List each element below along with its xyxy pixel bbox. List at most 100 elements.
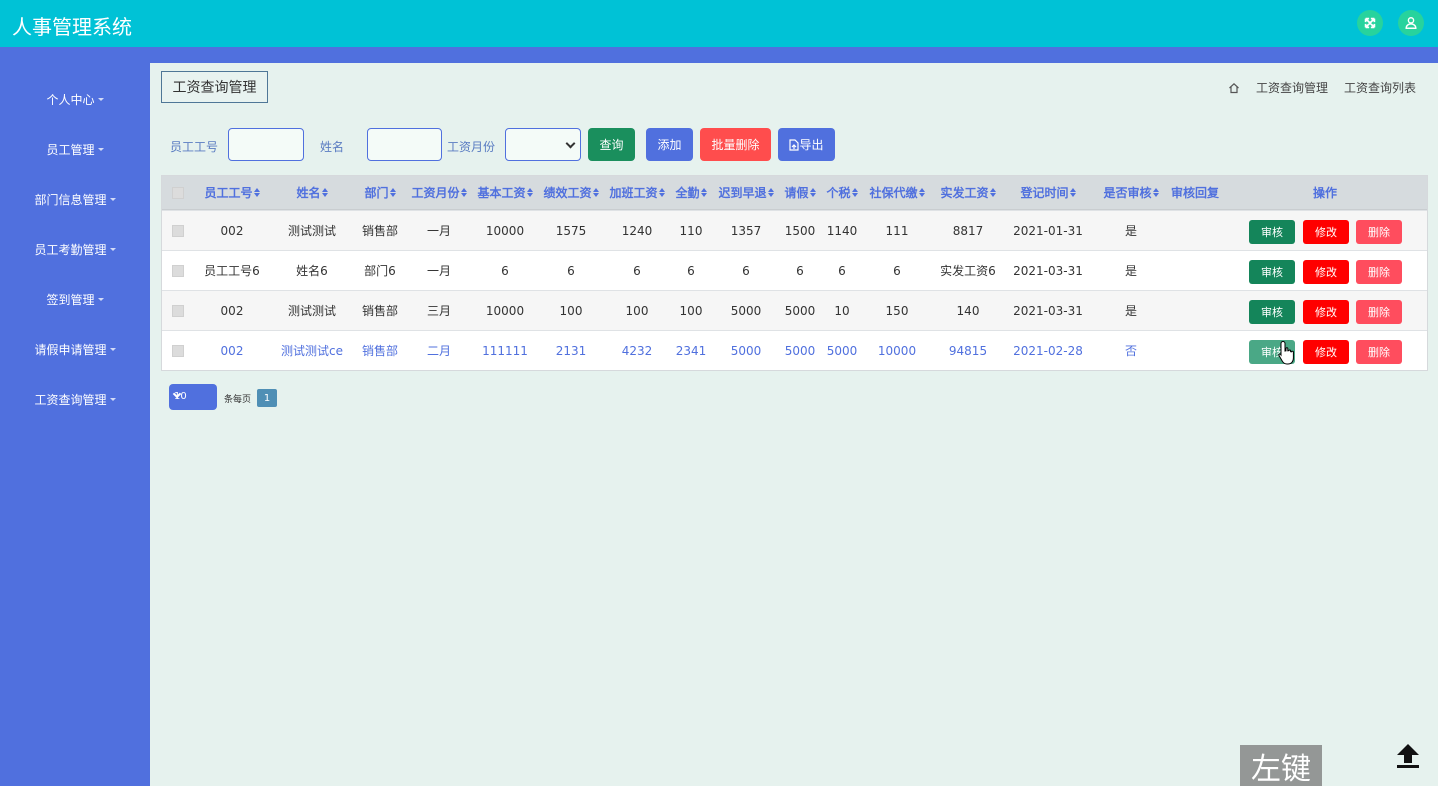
delete-button[interactable]: 删除 [1356, 300, 1402, 324]
caret-down-icon [97, 298, 104, 301]
cell-leave: 5000 [784, 343, 816, 358]
page-size-select[interactable]: 10 [169, 384, 217, 410]
cell-income-tax: 5000 [826, 343, 858, 358]
select-all-checkbox-cell[interactable] [162, 176, 194, 209]
user-icon[interactable] [1398, 10, 1424, 36]
cell-full-attendance: 6 [687, 263, 695, 278]
sidebar-item-label: 请假申请管理 [34, 342, 107, 357]
sidebar-item-department[interactable]: 部门信息管理 [0, 188, 150, 210]
review-button[interactable]: 审核 [1249, 260, 1295, 284]
col-department[interactable]: 部门 [354, 176, 406, 209]
col-performance-pay[interactable]: 绩效工资 [538, 176, 604, 209]
col-leave[interactable]: 请假 [780, 176, 820, 209]
caret-down-icon [97, 98, 104, 101]
edit-button[interactable]: 修改 [1303, 340, 1349, 364]
col-register-time[interactable]: 登记时间 [1006, 176, 1090, 209]
cell-full-attendance: 2341 [675, 343, 707, 358]
sort-icon [767, 187, 774, 198]
row-checkbox[interactable] [172, 304, 184, 317]
back-to-top-icon[interactable] [1394, 742, 1422, 770]
sidebar-item-label: 签到管理 [46, 292, 95, 307]
col-net-pay[interactable]: 实发工资 [930, 176, 1006, 209]
delete-button[interactable]: 删除 [1356, 340, 1402, 364]
row-checkbox-cell[interactable] [162, 251, 194, 290]
cell-late-early: 5000 [730, 343, 762, 358]
sidebar-item-label: 员工考勤管理 [34, 242, 107, 257]
col-late-early[interactable]: 迟到早退 [712, 176, 780, 209]
review-button[interactable]: 审核 [1249, 220, 1295, 244]
cell-net-pay: 8817 [952, 223, 984, 238]
col-actions: 操作 [1312, 186, 1337, 200]
sidebar-item-employee[interactable]: 员工管理 [0, 138, 150, 160]
sort-icon [989, 187, 996, 198]
sidebar-item-leave[interactable]: 请假申请管理 [0, 338, 150, 360]
sidebar-item-personal-center[interactable]: 个人中心 [0, 88, 150, 110]
delete-button[interactable]: 删除 [1356, 220, 1402, 244]
col-reviewed[interactable]: 是否审核 [1100, 176, 1162, 209]
row-checkbox-cell[interactable] [162, 211, 194, 250]
col-month[interactable]: 工资月份 [406, 176, 472, 209]
sort-icon [1069, 187, 1076, 198]
fullscreen-icon[interactable] [1357, 10, 1383, 36]
col-employee-id[interactable]: 员工工号 [194, 176, 270, 209]
sort-icon [321, 187, 328, 198]
caret-down-icon [97, 148, 104, 151]
add-button[interactable]: 添加 [646, 128, 693, 161]
col-full-attendance[interactable]: 全勤 [670, 176, 712, 209]
col-base-salary[interactable]: 基本工资 [472, 176, 538, 209]
cell-net-pay: 实发工资6 [940, 264, 996, 278]
breadcrumb-item[interactable]: 工资查询管理 [1256, 79, 1328, 96]
cell-reviewed: 是 [1124, 304, 1137, 318]
table-body: 002 测试测试 销售部 一月 10000 1575 1240 110 1357 1500 1140… [162, 210, 1427, 370]
row-checkbox[interactable] [172, 344, 184, 357]
row-checkbox-cell[interactable] [162, 331, 194, 370]
row-checkbox-cell[interactable] [162, 291, 194, 330]
row-checkbox[interactable] [172, 264, 184, 277]
employee-id-input[interactable] [228, 128, 304, 161]
cell-leave: 1500 [784, 223, 816, 238]
month-select[interactable] [505, 128, 581, 161]
cell-full-attendance: 100 [679, 303, 703, 318]
col-overtime-pay[interactable]: 加班工资 [604, 176, 670, 209]
per-page-label: 条每页 [224, 395, 252, 405]
edit-button[interactable]: 修改 [1303, 220, 1349, 244]
sidebar-item-attendance[interactable]: 员工考勤管理 [0, 238, 150, 260]
export-button[interactable]: 导出 [778, 128, 835, 161]
month-label: 工资月份 [447, 140, 496, 154]
cell-overtime-pay: 1240 [621, 223, 653, 238]
cell-net-pay: 140 [956, 303, 980, 318]
cell-income-tax: 6 [838, 263, 846, 278]
home-icon[interactable] [1228, 82, 1240, 94]
sidebar-item-checkin[interactable]: 签到管理 [0, 288, 150, 310]
table-row: 员工工号6 姓名6 部门6 一月 6 6 6 6 6 6 6 6 实发工资6 2021-03-31 是 审核修… [162, 250, 1427, 290]
cell-employee-id: 员工工号6 [204, 264, 260, 278]
edit-button[interactable]: 修改 [1303, 300, 1349, 324]
col-income-tax[interactable]: 个税 [820, 176, 864, 209]
cell-register-time: 2021-02-28 [1013, 343, 1083, 358]
batch-delete-button[interactable]: 批量删除 [700, 128, 771, 161]
row-checkbox[interactable] [172, 224, 184, 237]
edit-button[interactable]: 修改 [1303, 260, 1349, 284]
cell-employee-id: 002 [220, 343, 244, 358]
sidebar-item-salary[interactable]: 工资查询管理 [0, 388, 150, 410]
cell-social-security: 10000 [877, 343, 917, 358]
name-input[interactable] [367, 128, 442, 161]
sort-icon [658, 187, 665, 198]
delete-button[interactable]: 删除 [1356, 260, 1402, 284]
caret-down-icon [109, 398, 116, 401]
review-button[interactable]: 审核 [1249, 300, 1295, 324]
select-all-checkbox[interactable] [172, 186, 184, 199]
page-number-current[interactable]: 1 [257, 389, 277, 407]
col-social-security[interactable]: 社保代缴 [864, 176, 930, 209]
caret-down-icon [109, 248, 116, 251]
cell-social-security: 150 [885, 303, 909, 318]
col-name[interactable]: 姓名 [270, 176, 354, 209]
query-button[interactable]: 查询 [588, 128, 635, 161]
salary-table: 员工工号 姓名 部门 工资月份 基本工资 绩效工资 加班工资 全勤 迟到早退 请… [161, 175, 1428, 371]
table-row: 002 测试测试 销售部 三月 10000 100 100 100 5000 5000 10 150 1… [162, 290, 1427, 330]
cell-name: 测试测试 [287, 304, 336, 318]
cell-department: 部门6 [364, 264, 396, 278]
cell-overtime-pay: 6 [633, 263, 641, 278]
cell-department: 销售部 [361, 344, 398, 358]
caret-down-icon [109, 348, 116, 351]
